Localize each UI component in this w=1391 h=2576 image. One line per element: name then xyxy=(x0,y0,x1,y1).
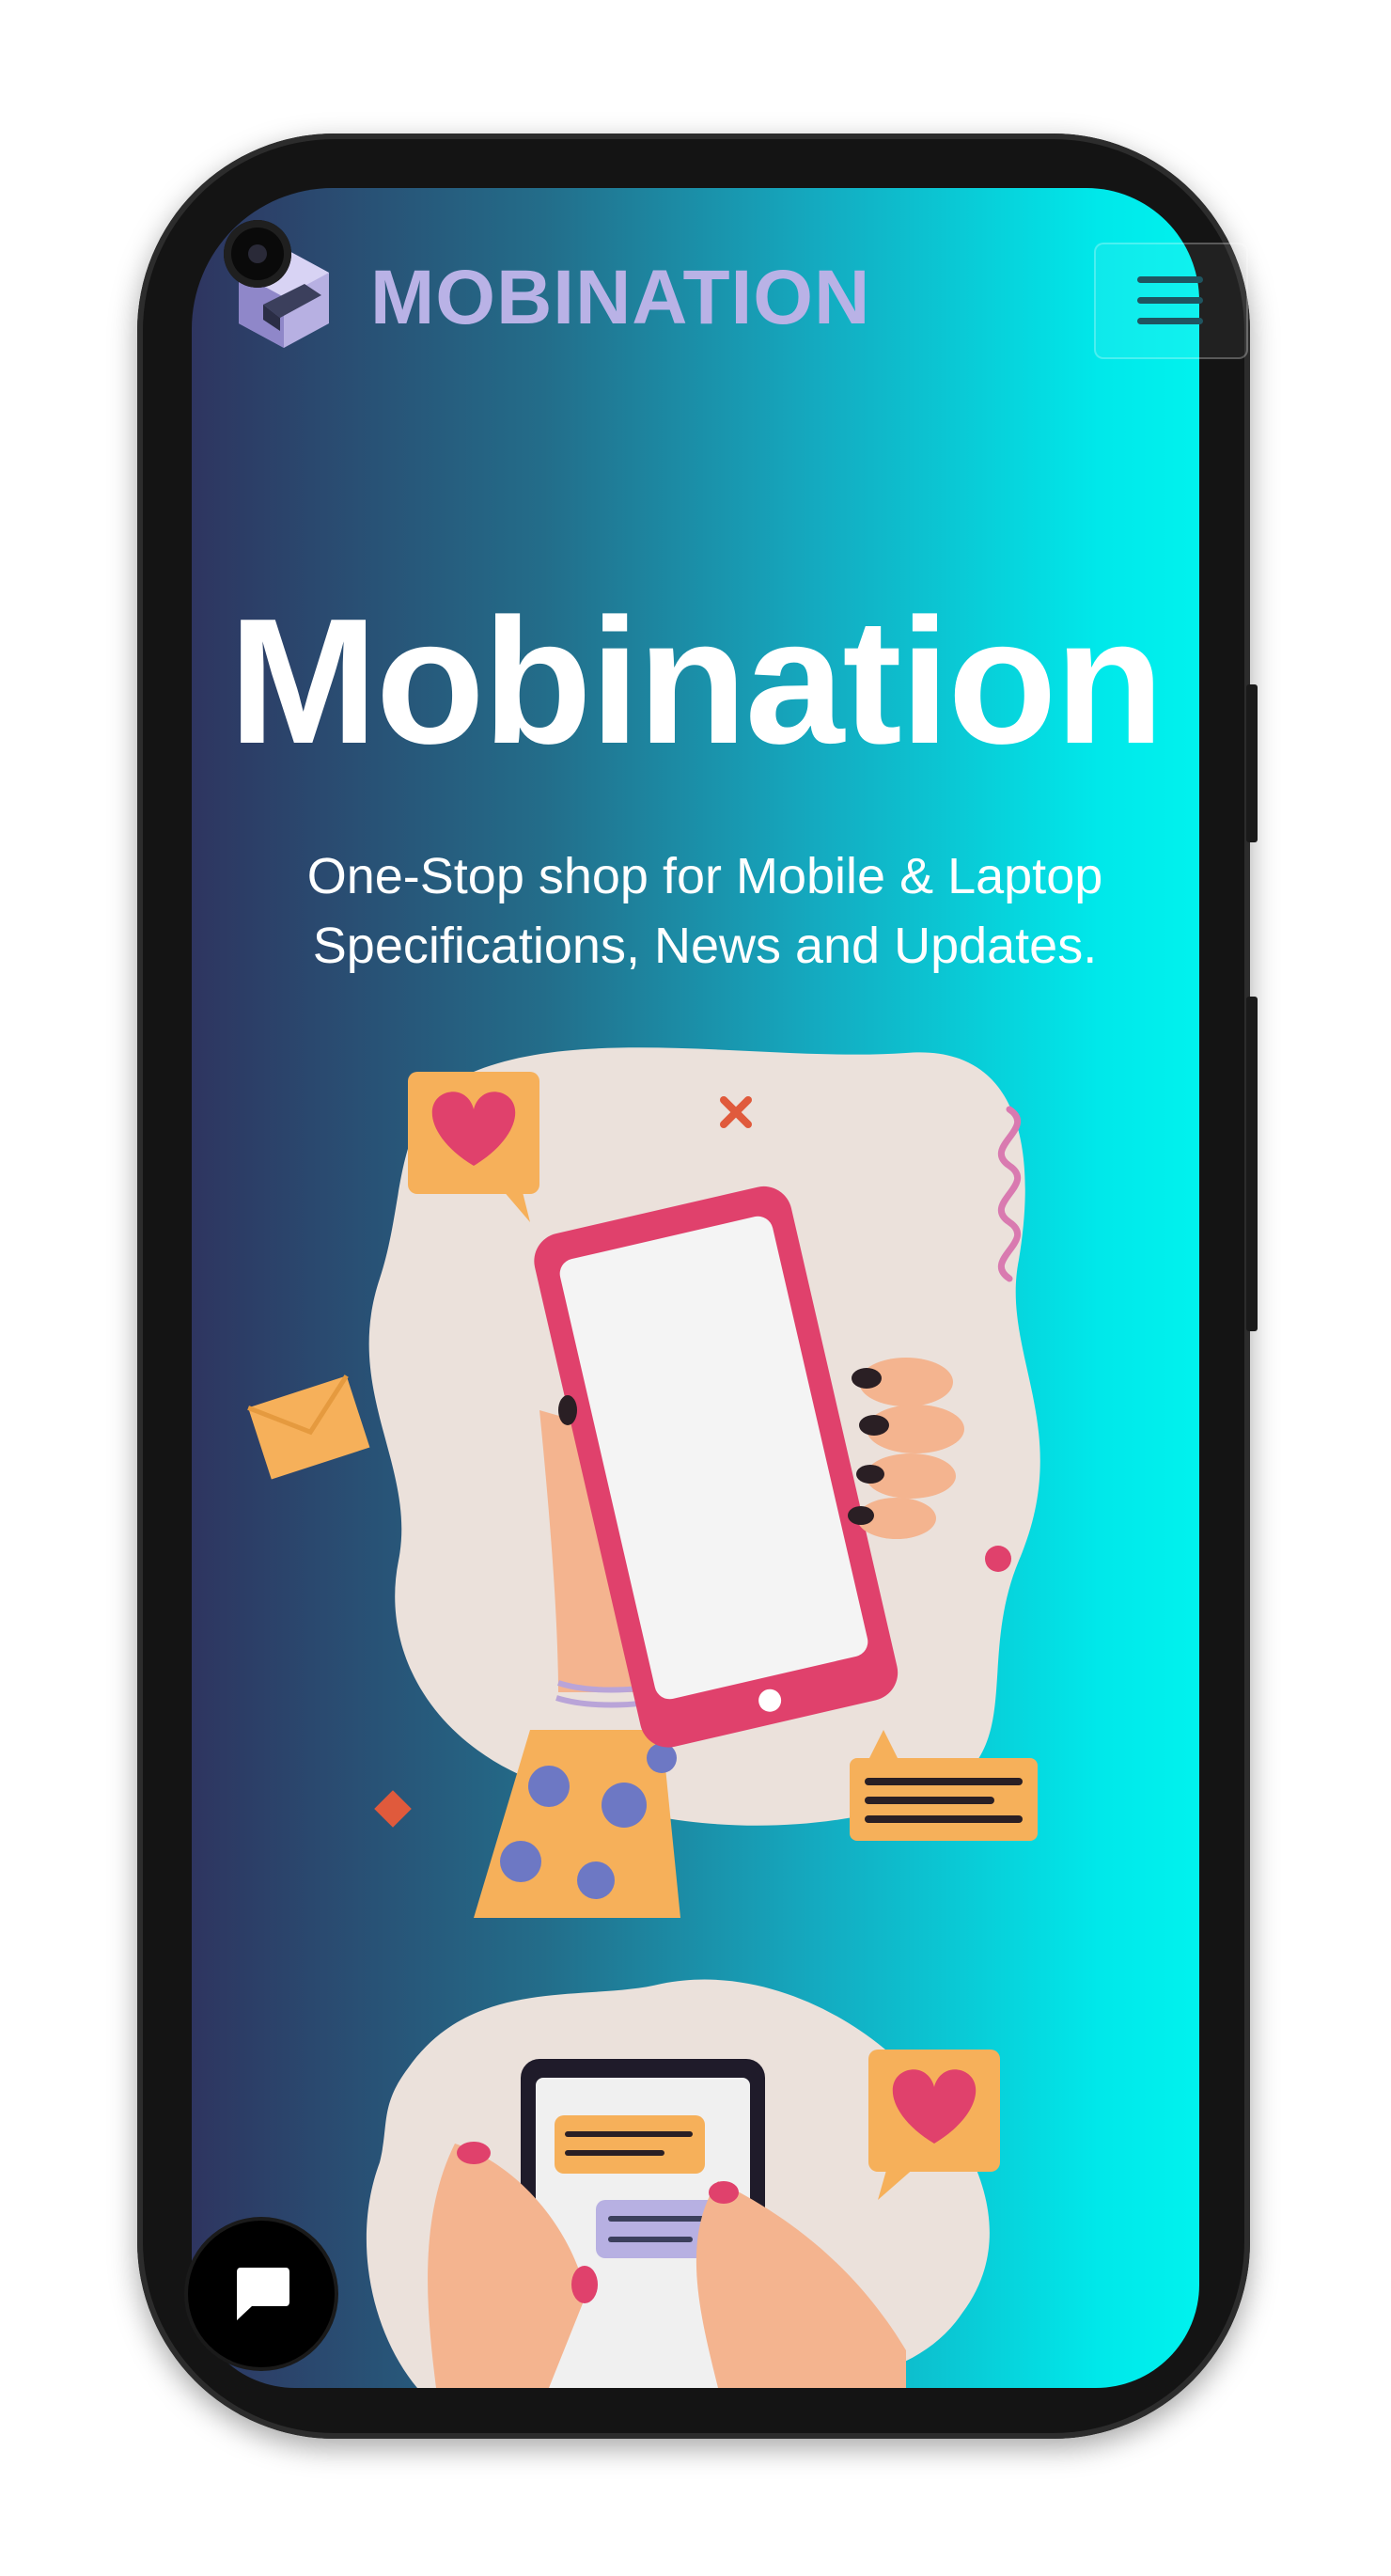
hamburger-line xyxy=(1137,297,1203,304)
volume-button xyxy=(1246,997,1258,1331)
hamburger-menu-button[interactable] xyxy=(1094,243,1248,359)
envelope-icon xyxy=(247,1374,370,1480)
power-button xyxy=(1246,684,1258,842)
hero-title: Mobination xyxy=(228,582,1164,781)
hamburger-line xyxy=(1137,318,1203,324)
brand-name: MOBINATION xyxy=(370,255,871,340)
hero-subtitle-line2: Specifications, News and Updates. xyxy=(312,918,1098,974)
hero-illustration xyxy=(247,1047,1040,2388)
hero-subtitle: One-Stop shop for Mobile & Laptop Specif… xyxy=(235,841,1175,981)
chat-icon xyxy=(237,2268,289,2320)
site-logo[interactable]: MOBINATION xyxy=(235,246,870,350)
chat-button[interactable] xyxy=(188,2221,335,2367)
hamburger-menu-icon xyxy=(1137,276,1203,283)
front-camera xyxy=(224,220,291,288)
hero-subtitle-line1: One-Stop shop for Mobile & Laptop xyxy=(306,848,1103,904)
